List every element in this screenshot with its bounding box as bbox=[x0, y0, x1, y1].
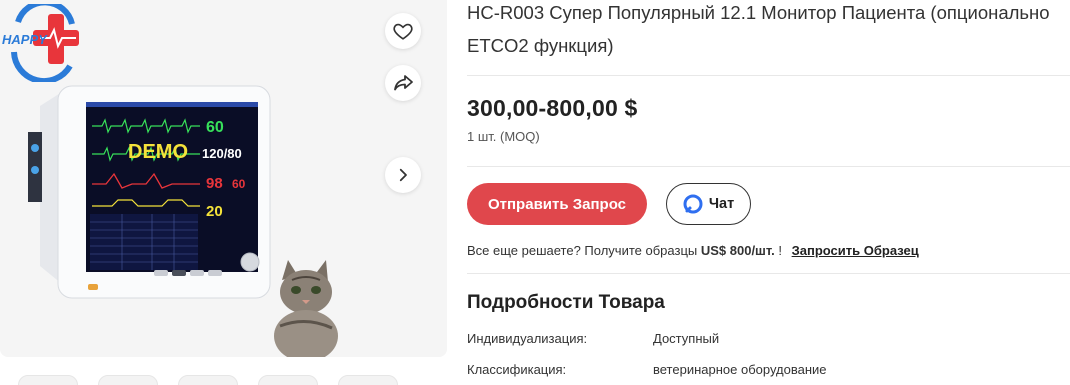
chat-button[interactable]: Чат bbox=[666, 183, 751, 225]
share-button[interactable] bbox=[385, 65, 421, 101]
chat-button-label: Чат bbox=[708, 196, 735, 212]
svg-text:60: 60 bbox=[232, 177, 246, 191]
favorite-button[interactable] bbox=[385, 13, 421, 49]
next-image-button[interactable] bbox=[385, 157, 421, 193]
share-icon bbox=[394, 75, 413, 91]
thumbnail[interactable] bbox=[258, 375, 318, 385]
heart-icon bbox=[393, 23, 413, 40]
moq-text: 1 шт. (MOQ) bbox=[467, 129, 540, 144]
request-sample-link[interactable]: Запросить Образец bbox=[792, 243, 919, 258]
sample-prefix: Все еще решаете? Получите образцы bbox=[467, 243, 698, 258]
svg-text:DEMO: DEMO bbox=[128, 141, 188, 163]
sample-offer: Все еще решаете? Получите образцы US$ 80… bbox=[467, 243, 919, 258]
svg-text:98: 98 bbox=[206, 175, 223, 192]
chat-bubble-icon bbox=[683, 194, 703, 214]
thumbnail[interactable] bbox=[178, 375, 238, 385]
spec-label: Классификация: bbox=[467, 362, 567, 377]
thumbnail[interactable] bbox=[338, 375, 398, 385]
sample-suffix: ! bbox=[778, 243, 782, 258]
product-gallery: HAPPY DEMO 60 120/80 98 60 20 bbox=[0, 0, 447, 357]
spec-label: Индивидуализация: bbox=[467, 331, 588, 346]
divider bbox=[467, 75, 1070, 76]
thumbnail[interactable] bbox=[98, 375, 158, 385]
send-inquiry-button[interactable]: Отправить Запрос bbox=[467, 183, 647, 225]
svg-text:60: 60 bbox=[206, 119, 224, 136]
svg-text:20: 20 bbox=[206, 203, 223, 220]
thumbnail[interactable] bbox=[18, 375, 78, 385]
sample-price: US$ 800/шт. bbox=[700, 243, 775, 258]
thumbnail-strip bbox=[0, 375, 447, 385]
product-price: 300,00-800,00 $ bbox=[467, 95, 638, 121]
product-title: HC-R003 Супер Популярный 12.1 Монитор Па… bbox=[467, 2, 1050, 56]
chevron-right-icon bbox=[399, 168, 407, 182]
svg-text:HAPPY: HAPPY bbox=[2, 32, 48, 47]
details-heading: Подробности Товара bbox=[467, 292, 665, 313]
svg-text:120/80: 120/80 bbox=[202, 146, 242, 161]
brand-logo: HAPPY bbox=[2, 4, 79, 82]
divider bbox=[467, 166, 1070, 167]
divider bbox=[467, 273, 1070, 274]
spec-value: Доступный bbox=[653, 331, 720, 346]
patient-monitor-image: DEMO 60 120/80 98 60 20 bbox=[28, 85, 271, 299]
spec-value: ветеринарное оборудование bbox=[653, 362, 827, 377]
kitten-image bbox=[274, 260, 338, 357]
